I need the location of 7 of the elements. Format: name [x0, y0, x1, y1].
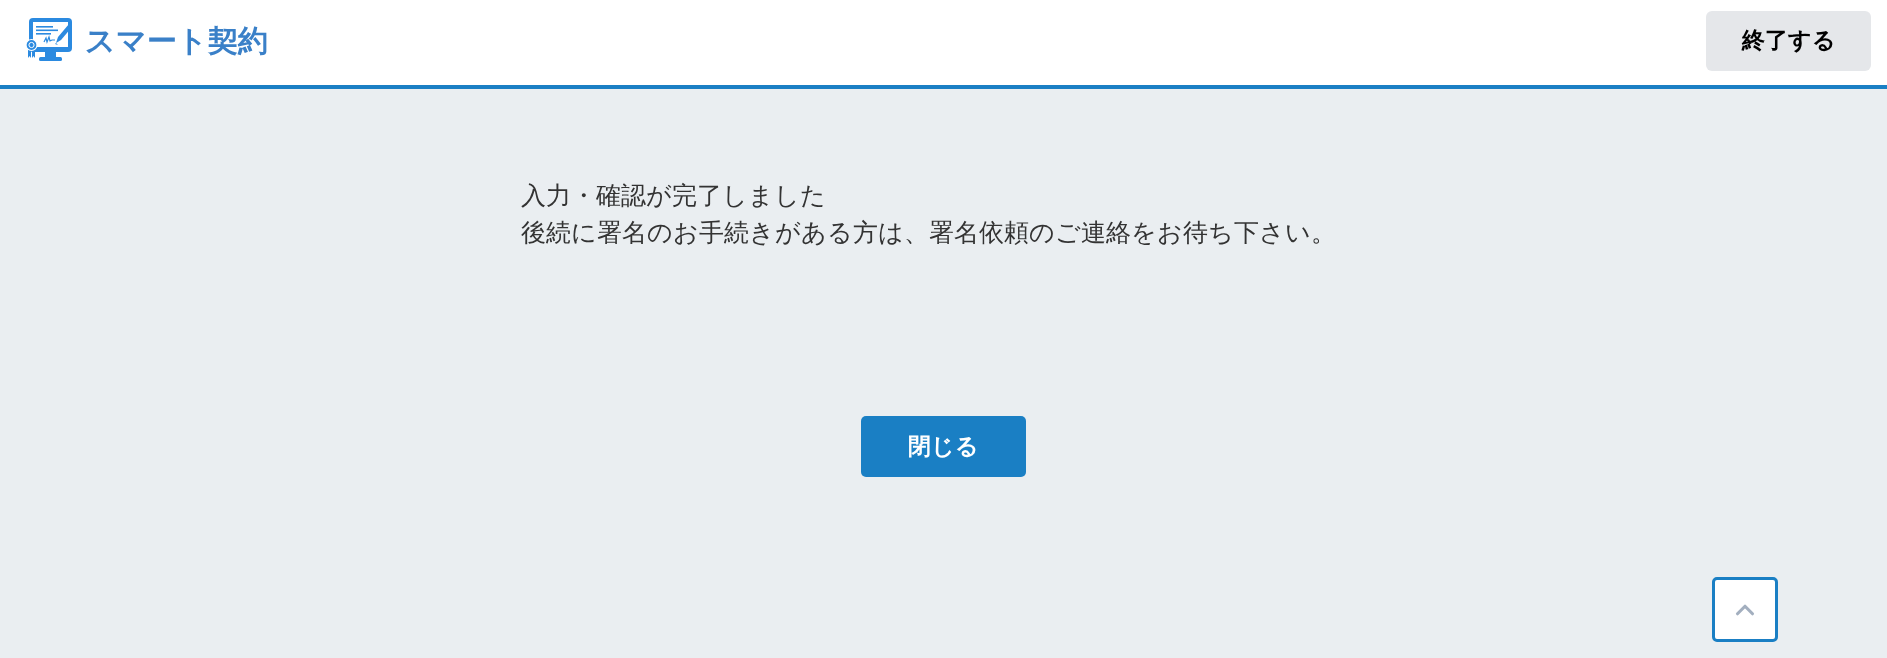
end-button[interactable]: 終了する [1706, 10, 1871, 71]
app-logo-text: スマート契約 [85, 25, 268, 56]
completion-message: 入力・確認が完了しました [521, 180, 827, 211]
monitor-signature-icon [25, 18, 73, 63]
instruction-message: 後続に署名のお手続きがある方は、署名依頼のご連絡をお待ち下さい。 [521, 217, 1337, 248]
scroll-to-top-button[interactable] [1712, 577, 1778, 642]
close-button[interactable]: 閉じる [861, 416, 1026, 477]
